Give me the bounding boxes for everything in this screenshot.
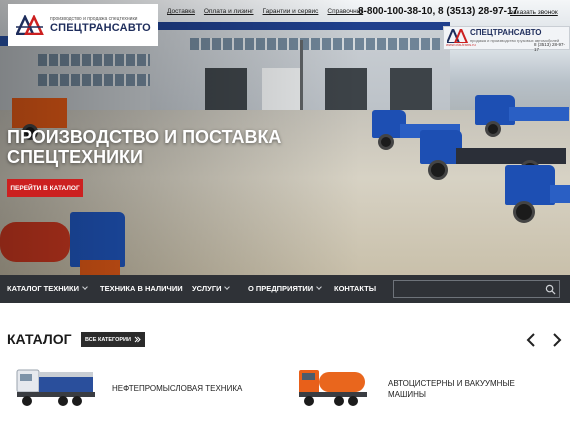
building-signboard: СПЕЦТРАНСАВТО продажа и производство гру… <box>443 26 570 52</box>
logo-icon <box>447 29 469 43</box>
nav-item-about[interactable]: О ПРЕДПРИЯТИИ <box>248 284 323 293</box>
nav-item-services[interactable]: УСЛУГИ <box>192 284 231 293</box>
top-links: Доставка Оплата и лизинг Гарантии и серв… <box>167 8 363 15</box>
logo-name: СПЕЦТРАНСАВТО <box>50 22 151 34</box>
tanker-truck-image[interactable] <box>297 362 369 410</box>
nav-item-contacts[interactable]: КОНТАКТЫ <box>334 284 376 293</box>
top-link-payment[interactable]: Оплата и лизинг <box>204 8 254 15</box>
signboard-name: СПЕЦТРАНСАВТО <box>470 28 542 37</box>
next-arrow-icon[interactable] <box>552 333 562 347</box>
phone-numbers[interactable]: 8-800-100-38-10, 8 (3513) 28-97-17 <box>358 6 518 17</box>
search-input[interactable] <box>394 284 539 301</box>
go-to-catalog-button[interactable]: ПЕРЕЙТИ В КАТАЛОГ <box>7 179 83 197</box>
double-chevron-right-icon <box>134 336 141 343</box>
chevron-down-icon <box>224 284 231 290</box>
prev-arrow-icon[interactable] <box>526 333 536 347</box>
nav-item-in-stock[interactable]: ТЕХНИКА В НАЛИЧИИ <box>100 284 183 293</box>
signboard-site: www.cta-trans.ru <box>446 42 476 47</box>
top-link-delivery[interactable]: Доставка <box>167 8 195 15</box>
oilfield-truck-image[interactable] <box>15 366 97 410</box>
chevron-down-icon <box>82 284 88 290</box>
logo-icon <box>16 15 44 35</box>
catalog-title: КАТАЛОГ <box>7 331 72 347</box>
main-nav: КАТАЛОГ ТЕХНИКИ ТЕХНИКА В НАЛИЧИИ УСЛУГИ… <box>0 275 570 303</box>
nav-item-catalog[interactable]: КАТАЛОГ ТЕХНИКИ <box>7 284 88 293</box>
site-logo[interactable]: производство и продажа спецтехники СПЕЦТ… <box>8 4 158 46</box>
signboard-phone: 8 (3513) 28-97-17 <box>534 42 566 52</box>
catalog-item-oilfield[interactable]: НЕФТЕПРОМЫСЛОВАЯ ТЕХНИКА <box>112 383 242 394</box>
search-icon[interactable] <box>545 284 556 295</box>
callback-link[interactable]: заказать звонок <box>510 9 558 16</box>
chevron-down-icon <box>316 284 323 290</box>
top-link-warranty[interactable]: Гарантии и сервис <box>263 8 319 15</box>
search-box <box>393 280 560 301</box>
catalog-item-tankers[interactable]: АВТОЦИСТЕРНЫ И ВАКУУМНЫЕ МАШИНЫ <box>388 378 515 400</box>
all-categories-button[interactable]: ВСЕ КАТЕГОРИИ <box>81 332 145 347</box>
hero-title: ПРОИЗВОДСТВО И ПОСТАВКА СПЕЦТЕХНИКИ <box>7 127 282 167</box>
